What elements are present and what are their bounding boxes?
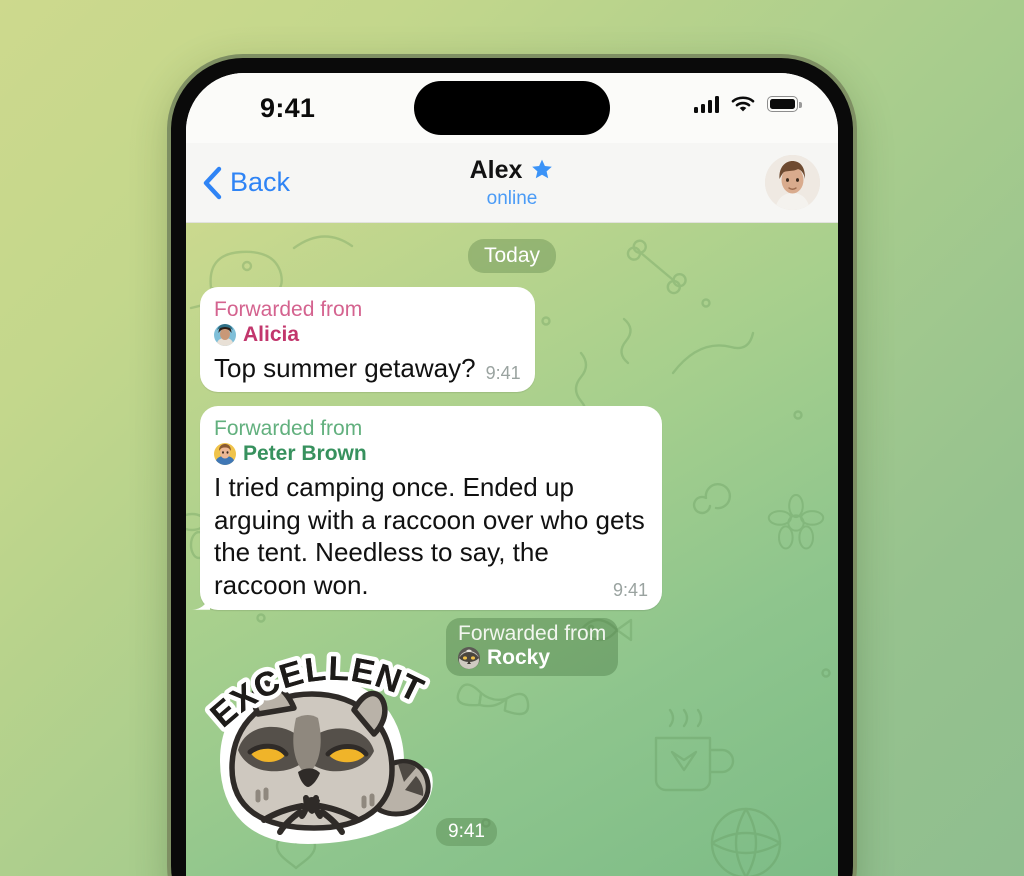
message-text: Top summer getaway? 9:41 <box>214 352 521 383</box>
back-button[interactable]: Back <box>202 166 290 200</box>
signal-bars-icon <box>693 95 719 113</box>
forwarded-sender-row: Rocky <box>458 646 606 670</box>
sender-avatar-rocky <box>458 647 480 670</box>
forwarded-sender-row[interactable]: Peter Brown <box>214 442 648 466</box>
page-title: Alex <box>469 155 523 184</box>
forwarded-sender-name: Peter Brown <box>243 441 367 465</box>
forwarded-header-rocky[interactable]: Forwarded from Rocky <box>446 617 619 677</box>
sticker-message-time: 9:41 <box>436 817 497 846</box>
avatar[interactable] <box>765 155 820 210</box>
wifi-icon <box>731 96 755 112</box>
status-bar-icons <box>693 95 802 113</box>
battery-icon <box>767 96 802 112</box>
sender-avatar-peter-brown <box>214 442 236 465</box>
forwarded-label: Forwarded from <box>458 621 607 645</box>
message-text: I tried camping once. Ended up arguing w… <box>214 471 652 601</box>
day-divider: Today <box>467 239 557 273</box>
chat-message-area[interactable]: Today Forwarded from Alicia Top summer g… <box>186 223 838 876</box>
contact-avatar-image <box>765 155 820 210</box>
back-button-label: Back <box>230 167 291 197</box>
message-time: 9:41 <box>612 580 648 601</box>
forwarded-label: Forwarded from <box>214 417 363 441</box>
message-time: 9:41 <box>485 362 521 383</box>
phone-device: 9:41 Back Alex online Today Forwarded fr… <box>171 58 853 876</box>
status-bar: 9:41 <box>186 73 838 143</box>
forwarded-sender-row[interactable]: Alicia <box>214 323 521 347</box>
sticker-raccoon-excellent[interactable]: EXCELLENT EXCELLENT <box>198 640 438 860</box>
status-bar-clock: 9:41 <box>260 93 316 123</box>
phone-screen: 9:41 Back Alex online Today Forwarded fr… <box>186 73 838 876</box>
chevron-left-icon <box>203 166 222 199</box>
message-sticker-rocky[interactable]: Forwarded from Rocky EXCELLENT EXCELLENT… <box>198 617 824 868</box>
sender-avatar-alicia <box>214 323 236 346</box>
forwarded-sender-name: Alicia <box>243 322 300 346</box>
forwarded-label: Forwarded from <box>214 298 363 321</box>
chat-header: Back Alex online <box>186 143 838 223</box>
dynamic-island <box>414 81 610 135</box>
message-bubble-peter-brown[interactable]: Forwarded from Peter Brown I tried campi… <box>200 406 662 610</box>
message-bubble-alicia[interactable]: Forwarded from Alicia Top summer getaway… <box>200 287 535 393</box>
premium-star-icon <box>532 159 553 179</box>
forwarded-sender-name: Rocky <box>487 646 551 670</box>
